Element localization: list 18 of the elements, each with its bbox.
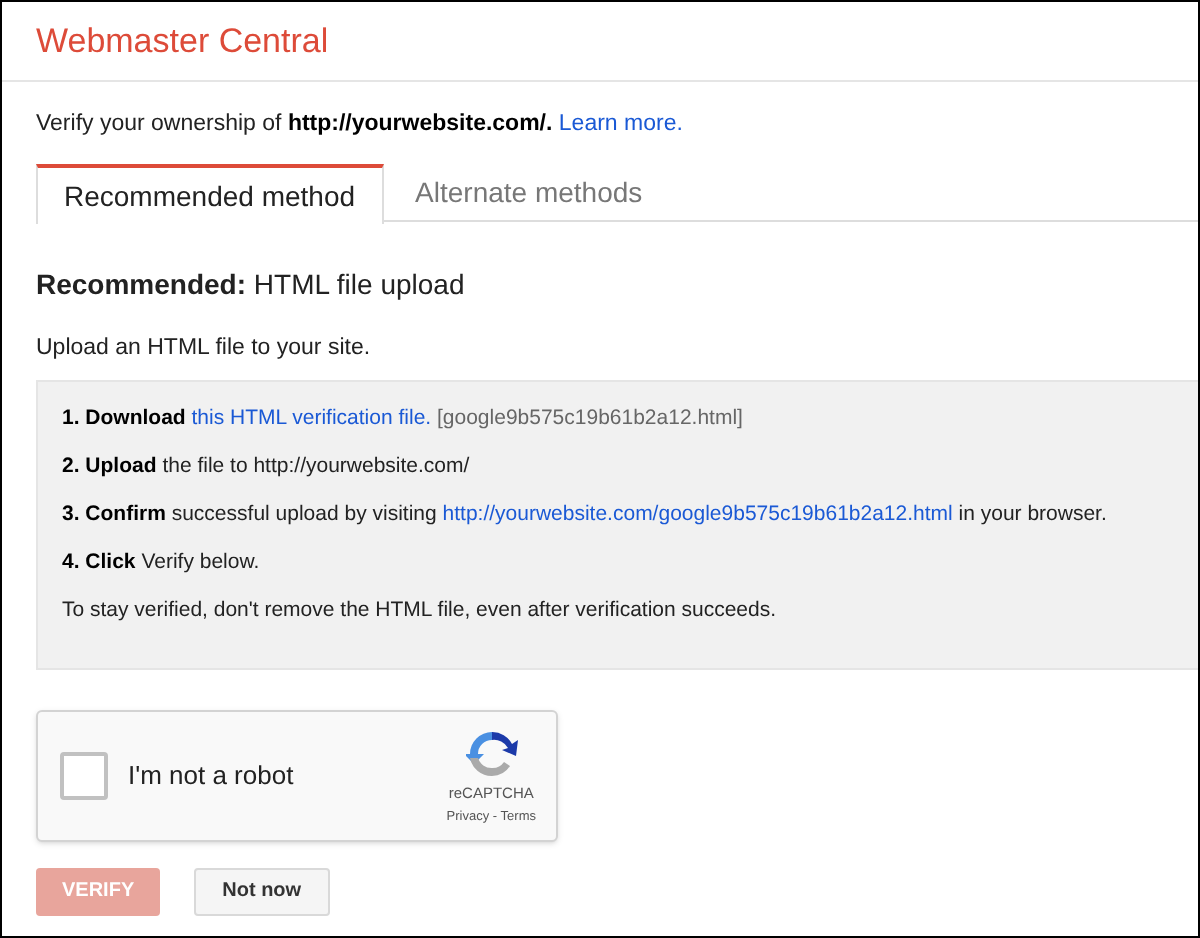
tab[interactable]: Recommended method [36,164,384,225]
checkbox-label: I'm not a robot [128,757,294,794]
step-text: To stay verified, don't remove the HTML file, even after verification succeeds. [62,595,779,625]
link[interactable]: Learn more. [558,112,683,136]
link[interactable]: this HTML verification file. [191,405,432,429]
step-text: 1. Download this HTML verification file. [google9b575c19b61b2a12.html] [62,403,745,433]
step-text: 4. Click Verify below. [62,547,262,577]
link[interactable]: http://yourwebsite.com/google9b575c19b61b2a12.html [442,501,953,525]
page-title: Webmaster Central [36,19,329,64]
not-now-button[interactable]: Not now [194,867,330,915]
checkbox[interactable] [60,751,108,799]
recaptcha-logo-icon [465,727,518,779]
tab[interactable]: Alternate methods [383,164,675,223]
step-text: 3. Confirm successful upload by visiting http://yourwebsite.com/google9b575c19b61b2a12.html in your browser. [62,499,1109,529]
method-heading: Recommended: HTML file upload [36,266,467,305]
step-text: 2. Upload the file to http://yourwebsite.com/ [62,451,472,481]
subtitle: Upload an HTML file to your site. [36,334,373,365]
verify-sentence: Verify your ownership of http://yourwebsite.com/. Learn more. [36,110,685,140]
